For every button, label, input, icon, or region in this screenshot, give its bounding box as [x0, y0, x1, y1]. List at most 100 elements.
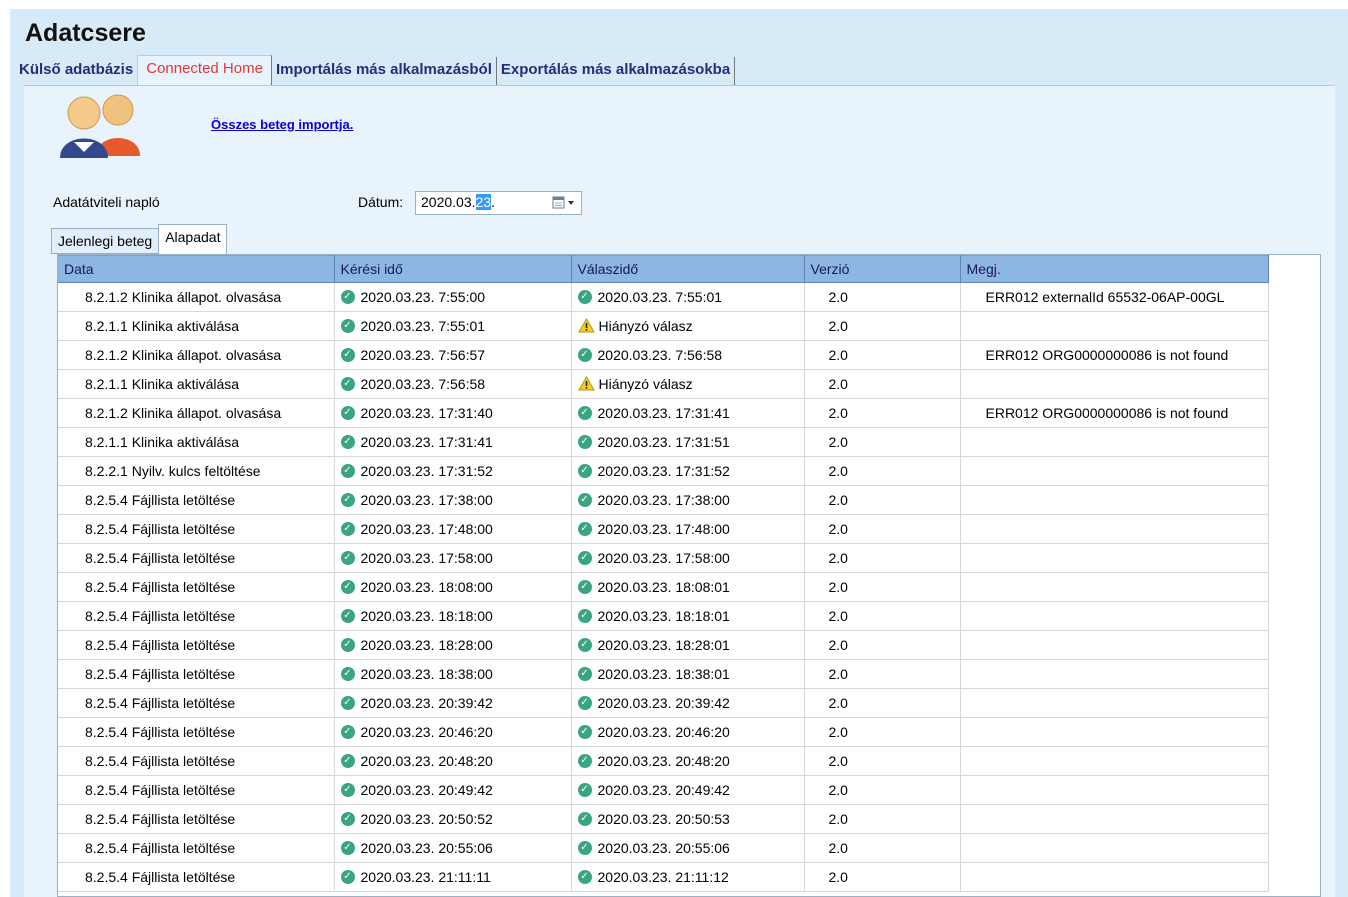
- cell-request-time: ✓ 2020.03.23. 7:55:01: [334, 311, 572, 341]
- table-row[interactable]: 8.2.5.4 Fájllista letöltése ✓ 2020.03.23. …: [58, 543, 1269, 573]
- cell-version: 2.0: [804, 485, 961, 515]
- table-row[interactable]: 8.2.5.4 Fájllista letöltése ✓ 2020.03.23. …: [58, 601, 1269, 631]
- response-time-text: 2020.03.23. 17:31:51: [597, 433, 730, 450]
- table-row[interactable]: 8.2.5.4 Fájllista letöltése ✓ 2020.03.23. …: [58, 717, 1269, 747]
- table-row[interactable]: 8.2.1.2 Klinika állapot. olvasása ✓ 2020.0…: [58, 340, 1269, 370]
- response-time-text: Hiányzó válasz: [598, 317, 693, 334]
- table-row[interactable]: 8.2.5.4 Fájllista letöltése ✓ 2020.03.23. …: [58, 485, 1269, 515]
- column-header-data[interactable]: Data: [58, 255, 335, 283]
- tab-importalas[interactable]: Importálás más alkalmazásból: [272, 57, 497, 85]
- request-time-text: 2020.03.23. 17:31:40: [360, 404, 493, 421]
- cell-note: [960, 659, 1269, 689]
- date-label: Dátum:: [358, 194, 404, 210]
- tab-exportalas[interactable]: Exportálás más alkalmazásokba: [497, 57, 736, 85]
- cell-request-time: ✓ 2020.03.23. 17:31:41: [334, 427, 572, 457]
- table-row[interactable]: 8.2.5.4 Fájllista letöltése ✓ 2020.03.23. …: [58, 659, 1269, 689]
- success-check-icon: ✓: [577, 522, 592, 537]
- table-row[interactable]: 8.2.5.4 Fájllista letöltése ✓ 2020.03.23. …: [58, 775, 1269, 805]
- cell-request-time: ✓ 2020.03.23. 20:49:42: [334, 775, 572, 805]
- cell-response-time: ✓ 2020.03.23. 18:18:01: [571, 601, 805, 631]
- table-row[interactable]: 8.2.5.4 Fájllista letöltése ✓ 2020.03.23. …: [58, 688, 1269, 718]
- cell-note: [960, 688, 1269, 718]
- cell-data: 8.2.5.4 Fájllista letöltése: [58, 572, 335, 602]
- cell-data: 8.2.1.2 Klinika állapot. olvasása: [58, 340, 335, 370]
- table-row[interactable]: 8.2.1.1 Klinika aktiválása ✓ 2020.03.23. 7…: [58, 311, 1269, 341]
- request-time-text: 2020.03.23. 20:46:20: [360, 723, 493, 740]
- calendar-dropdown-icon[interactable]: [551, 195, 577, 211]
- cell-data: 8.2.5.4 Fájllista letöltése: [58, 862, 335, 892]
- cell-request-time: ✓ 2020.03.23. 18:28:00: [334, 630, 572, 660]
- tab-alapadat[interactable]: Alapadat: [158, 224, 228, 255]
- success-check-icon: ✓: [577, 435, 592, 450]
- success-check-icon: ✓: [340, 464, 355, 479]
- tab-jelenlegi-beteg[interactable]: Jelenlegi beteg: [51, 228, 160, 254]
- cell-note: [960, 485, 1269, 515]
- response-time-text: 2020.03.23. 18:28:01: [597, 636, 730, 653]
- success-check-icon: ✓: [577, 783, 592, 798]
- success-check-icon: ✓: [577, 812, 592, 827]
- response-time-text: Hiányzó válasz: [598, 375, 693, 392]
- request-time-text: 2020.03.23. 18:08:00: [360, 578, 493, 595]
- cell-note: [960, 311, 1269, 341]
- cell-data: 8.2.5.4 Fájllista letöltése: [58, 746, 335, 776]
- cell-version: 2.0: [804, 514, 961, 544]
- cell-request-time: ✓ 2020.03.23. 20:55:06: [334, 833, 572, 863]
- table-row[interactable]: 8.2.1.1 Klinika aktiválása ✓ 2020.03.23. 1…: [58, 427, 1269, 457]
- cell-request-time: ✓ 2020.03.23. 18:08:00: [334, 572, 572, 602]
- table-header-row: Data Kérési idő Válaszidő Verzió Megj.: [58, 255, 1269, 283]
- success-check-icon: ✓: [340, 667, 355, 682]
- cell-data: 8.2.1.1 Klinika aktiválása: [58, 427, 335, 457]
- cell-data: 8.2.5.4 Fájllista letöltése: [58, 659, 335, 689]
- cell-response-time: ✓ 2020.03.23. 20:39:42: [571, 688, 805, 718]
- import-all-patients-link[interactable]: Összes beteg importja.: [211, 117, 353, 132]
- tab-connected-home[interactable]: Connected Home: [137, 55, 272, 85]
- cell-note: [960, 746, 1269, 776]
- column-header-response-time[interactable]: Válaszidő: [571, 255, 805, 283]
- date-field[interactable]: 2020.03.23.: [415, 191, 582, 215]
- table-row[interactable]: 8.2.2.1 Nyilv. kulcs feltöltése ✓ 2020.03.…: [58, 456, 1269, 486]
- response-time-text: 2020.03.23. 20:49:42: [597, 781, 730, 798]
- request-time-text: 2020.03.23. 20:39:42: [360, 694, 493, 711]
- cell-response-time: ✓ 2020.03.23. 18:28:01: [571, 630, 805, 660]
- column-header-note[interactable]: Megj.: [960, 255, 1269, 283]
- success-check-icon: ✓: [577, 464, 592, 479]
- table-row[interactable]: 8.2.5.4 Fájllista letöltése ✓ 2020.03.23. …: [58, 804, 1269, 834]
- success-check-icon: ✓: [577, 638, 592, 653]
- cell-data: 8.2.1.2 Klinika állapot. olvasása: [58, 282, 335, 312]
- table-row[interactable]: 8.2.1.1 Klinika aktiválása ✓ 2020.03.23. 7…: [58, 369, 1269, 399]
- cell-version: 2.0: [804, 659, 961, 689]
- cell-note: [960, 804, 1269, 834]
- table-row[interactable]: 8.2.5.4 Fájllista letöltése ✓ 2020.03.23. …: [58, 833, 1269, 863]
- tab-kulso-adatbazis[interactable]: Külső adatbázis: [19, 57, 137, 85]
- table-row[interactable]: 8.2.5.4 Fájllista letöltése ✓ 2020.03.23. …: [58, 746, 1269, 776]
- cell-response-time: ✓ 2020.03.23. 18:08:01: [571, 572, 805, 602]
- cell-version: 2.0: [804, 311, 961, 341]
- success-check-icon: ✓: [340, 580, 355, 595]
- column-header-version[interactable]: Verzió: [804, 255, 961, 283]
- cell-data: 8.2.1.1 Klinika aktiválása: [58, 311, 335, 341]
- request-time-text: 2020.03.23. 18:18:00: [360, 607, 493, 624]
- success-check-icon: ✓: [577, 406, 592, 421]
- cell-request-time: ✓ 2020.03.23. 17:48:00: [334, 514, 572, 544]
- table-row[interactable]: 8.2.1.2 Klinika állapot. olvasása ✓ 2020.0…: [58, 398, 1269, 428]
- log-table: Data Kérési idő Válaszidő Verzió Megj. 8…: [58, 255, 1269, 892]
- cell-version: 2.0: [804, 833, 961, 863]
- request-time-text: 2020.03.23. 17:48:00: [360, 520, 493, 537]
- table-body: 8.2.1.2 Klinika állapot. olvasása ✓ 2020.0…: [58, 282, 1269, 892]
- response-time-text: 2020.03.23. 20:39:42: [597, 694, 730, 711]
- request-time-text: 2020.03.23. 17:58:00: [360, 549, 493, 566]
- cell-note: ERR012 externalId 65532-06AP-00GL: [960, 282, 1269, 312]
- date-value-selected: 23: [475, 194, 492, 210]
- table-row[interactable]: 8.2.5.4 Fájllista letöltése ✓ 2020.03.23. …: [58, 514, 1269, 544]
- column-header-request-time[interactable]: Kérési idő: [334, 255, 572, 283]
- transfer-log-label: Adatátviteli napló: [53, 194, 160, 210]
- request-time-text: 2020.03.23. 7:55:00: [360, 288, 486, 305]
- table-row[interactable]: 8.2.5.4 Fájllista letöltése ✓ 2020.03.23. …: [58, 572, 1269, 602]
- cell-response-time: ✓ 2020.03.23. 20:48:20: [571, 746, 805, 776]
- table-row[interactable]: 8.2.5.4 Fájllista letöltése ✓ 2020.03.23. …: [58, 862, 1269, 892]
- table-row[interactable]: 8.2.1.2 Klinika állapot. olvasása ✓ 2020.0…: [58, 282, 1269, 312]
- cell-response-time: ✓ 2020.03.23. 17:38:00: [571, 485, 805, 515]
- success-check-icon: ✓: [577, 290, 592, 305]
- success-check-icon: ✓: [340, 493, 355, 508]
- table-row[interactable]: 8.2.5.4 Fájllista letöltése ✓ 2020.03.23. …: [58, 630, 1269, 660]
